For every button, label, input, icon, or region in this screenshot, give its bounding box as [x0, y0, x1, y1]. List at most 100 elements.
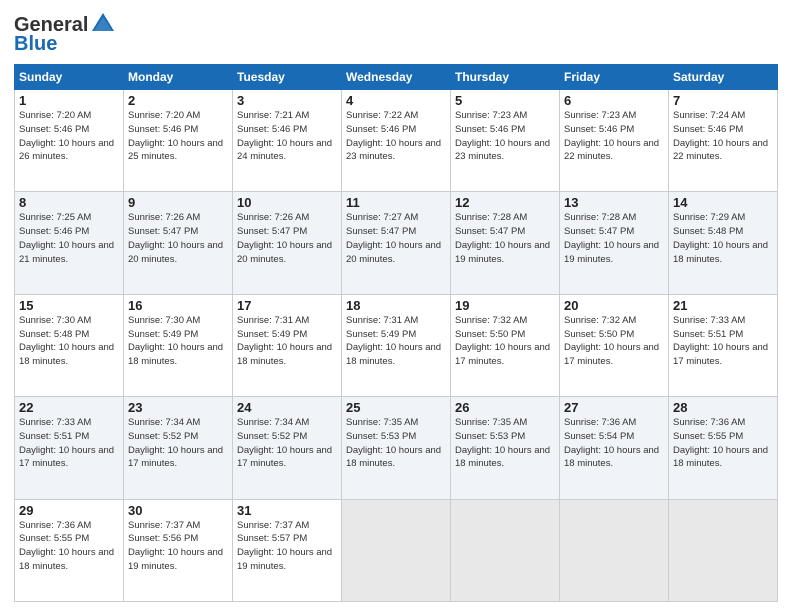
day-cell: 24Sunrise: 7:34 AMSunset: 5:52 PMDayligh… [233, 397, 342, 499]
page-container: General Blue SundayMondayTuesdayWednesda… [0, 0, 792, 612]
day-cell: 12Sunrise: 7:28 AMSunset: 5:47 PMDayligh… [451, 192, 560, 294]
day-number: 20 [564, 298, 664, 313]
day-number: 14 [673, 195, 773, 210]
day-info: Sunrise: 7:36 AMSunset: 5:55 PMDaylight:… [19, 519, 119, 574]
day-info: Sunrise: 7:21 AMSunset: 5:46 PMDaylight:… [237, 109, 337, 164]
week-row-5: 29Sunrise: 7:36 AMSunset: 5:55 PMDayligh… [15, 499, 778, 601]
day-info: Sunrise: 7:22 AMSunset: 5:46 PMDaylight:… [346, 109, 446, 164]
day-cell: 17Sunrise: 7:31 AMSunset: 5:49 PMDayligh… [233, 294, 342, 396]
day-number: 11 [346, 195, 446, 210]
day-number: 28 [673, 400, 773, 415]
logo-icon [90, 11, 116, 37]
day-info: Sunrise: 7:23 AMSunset: 5:46 PMDaylight:… [564, 109, 664, 164]
day-cell: 14Sunrise: 7:29 AMSunset: 5:48 PMDayligh… [669, 192, 778, 294]
day-cell: 13Sunrise: 7:28 AMSunset: 5:47 PMDayligh… [560, 192, 669, 294]
day-cell: 15Sunrise: 7:30 AMSunset: 5:48 PMDayligh… [15, 294, 124, 396]
day-cell: 23Sunrise: 7:34 AMSunset: 5:52 PMDayligh… [124, 397, 233, 499]
day-number: 26 [455, 400, 555, 415]
weekday-header-row: SundayMondayTuesdayWednesdayThursdayFrid… [15, 65, 778, 90]
day-info: Sunrise: 7:33 AMSunset: 5:51 PMDaylight:… [19, 416, 119, 471]
day-number: 31 [237, 503, 337, 518]
day-info: Sunrise: 7:28 AMSunset: 5:47 PMDaylight:… [564, 211, 664, 266]
day-info: Sunrise: 7:35 AMSunset: 5:53 PMDaylight:… [346, 416, 446, 471]
day-number: 2 [128, 93, 228, 108]
day-cell [669, 499, 778, 601]
day-info: Sunrise: 7:30 AMSunset: 5:48 PMDaylight:… [19, 314, 119, 369]
calendar-table: SundayMondayTuesdayWednesdayThursdayFrid… [14, 64, 778, 602]
day-cell [560, 499, 669, 601]
day-number: 29 [19, 503, 119, 518]
day-number: 25 [346, 400, 446, 415]
day-info: Sunrise: 7:20 AMSunset: 5:46 PMDaylight:… [128, 109, 228, 164]
week-row-1: 1Sunrise: 7:20 AMSunset: 5:46 PMDaylight… [15, 90, 778, 192]
day-info: Sunrise: 7:33 AMSunset: 5:51 PMDaylight:… [673, 314, 773, 369]
day-cell: 7Sunrise: 7:24 AMSunset: 5:46 PMDaylight… [669, 90, 778, 192]
day-cell: 16Sunrise: 7:30 AMSunset: 5:49 PMDayligh… [124, 294, 233, 396]
day-info: Sunrise: 7:20 AMSunset: 5:46 PMDaylight:… [19, 109, 119, 164]
day-info: Sunrise: 7:31 AMSunset: 5:49 PMDaylight:… [237, 314, 337, 369]
day-number: 12 [455, 195, 555, 210]
day-number: 1 [19, 93, 119, 108]
day-info: Sunrise: 7:36 AMSunset: 5:55 PMDaylight:… [673, 416, 773, 471]
day-info: Sunrise: 7:26 AMSunset: 5:47 PMDaylight:… [237, 211, 337, 266]
day-cell: 18Sunrise: 7:31 AMSunset: 5:49 PMDayligh… [342, 294, 451, 396]
day-number: 27 [564, 400, 664, 415]
day-cell [342, 499, 451, 601]
day-cell: 3Sunrise: 7:21 AMSunset: 5:46 PMDaylight… [233, 90, 342, 192]
logo: General Blue [14, 14, 116, 56]
day-cell: 21Sunrise: 7:33 AMSunset: 5:51 PMDayligh… [669, 294, 778, 396]
day-cell: 2Sunrise: 7:20 AMSunset: 5:46 PMDaylight… [124, 90, 233, 192]
day-info: Sunrise: 7:32 AMSunset: 5:50 PMDaylight:… [564, 314, 664, 369]
day-number: 9 [128, 195, 228, 210]
day-number: 24 [237, 400, 337, 415]
day-cell: 31Sunrise: 7:37 AMSunset: 5:57 PMDayligh… [233, 499, 342, 601]
day-number: 16 [128, 298, 228, 313]
header: General Blue [14, 10, 778, 56]
day-info: Sunrise: 7:29 AMSunset: 5:48 PMDaylight:… [673, 211, 773, 266]
day-cell: 9Sunrise: 7:26 AMSunset: 5:47 PMDaylight… [124, 192, 233, 294]
day-info: Sunrise: 7:26 AMSunset: 5:47 PMDaylight:… [128, 211, 228, 266]
day-number: 3 [237, 93, 337, 108]
day-number: 6 [564, 93, 664, 108]
day-number: 13 [564, 195, 664, 210]
day-info: Sunrise: 7:23 AMSunset: 5:46 PMDaylight:… [455, 109, 555, 164]
day-cell: 5Sunrise: 7:23 AMSunset: 5:46 PMDaylight… [451, 90, 560, 192]
day-number: 23 [128, 400, 228, 415]
day-cell: 29Sunrise: 7:36 AMSunset: 5:55 PMDayligh… [15, 499, 124, 601]
day-cell: 4Sunrise: 7:22 AMSunset: 5:46 PMDaylight… [342, 90, 451, 192]
weekday-friday: Friday [560, 65, 669, 90]
day-info: Sunrise: 7:25 AMSunset: 5:46 PMDaylight:… [19, 211, 119, 266]
day-info: Sunrise: 7:32 AMSunset: 5:50 PMDaylight:… [455, 314, 555, 369]
day-number: 18 [346, 298, 446, 313]
day-number: 4 [346, 93, 446, 108]
day-number: 30 [128, 503, 228, 518]
week-row-4: 22Sunrise: 7:33 AMSunset: 5:51 PMDayligh… [15, 397, 778, 499]
day-cell: 19Sunrise: 7:32 AMSunset: 5:50 PMDayligh… [451, 294, 560, 396]
week-row-3: 15Sunrise: 7:30 AMSunset: 5:48 PMDayligh… [15, 294, 778, 396]
day-number: 7 [673, 93, 773, 108]
day-info: Sunrise: 7:37 AMSunset: 5:56 PMDaylight:… [128, 519, 228, 574]
day-info: Sunrise: 7:36 AMSunset: 5:54 PMDaylight:… [564, 416, 664, 471]
day-cell: 1Sunrise: 7:20 AMSunset: 5:46 PMDaylight… [15, 90, 124, 192]
day-info: Sunrise: 7:24 AMSunset: 5:46 PMDaylight:… [673, 109, 773, 164]
week-row-2: 8Sunrise: 7:25 AMSunset: 5:46 PMDaylight… [15, 192, 778, 294]
day-number: 17 [237, 298, 337, 313]
day-cell: 25Sunrise: 7:35 AMSunset: 5:53 PMDayligh… [342, 397, 451, 499]
day-number: 10 [237, 195, 337, 210]
weekday-saturday: Saturday [669, 65, 778, 90]
day-info: Sunrise: 7:34 AMSunset: 5:52 PMDaylight:… [128, 416, 228, 471]
day-cell: 10Sunrise: 7:26 AMSunset: 5:47 PMDayligh… [233, 192, 342, 294]
day-info: Sunrise: 7:35 AMSunset: 5:53 PMDaylight:… [455, 416, 555, 471]
day-cell: 27Sunrise: 7:36 AMSunset: 5:54 PMDayligh… [560, 397, 669, 499]
day-cell: 20Sunrise: 7:32 AMSunset: 5:50 PMDayligh… [560, 294, 669, 396]
day-info: Sunrise: 7:37 AMSunset: 5:57 PMDaylight:… [237, 519, 337, 574]
calendar-body: 1Sunrise: 7:20 AMSunset: 5:46 PMDaylight… [15, 90, 778, 602]
weekday-sunday: Sunday [15, 65, 124, 90]
weekday-monday: Monday [124, 65, 233, 90]
day-info: Sunrise: 7:30 AMSunset: 5:49 PMDaylight:… [128, 314, 228, 369]
day-info: Sunrise: 7:27 AMSunset: 5:47 PMDaylight:… [346, 211, 446, 266]
day-number: 22 [19, 400, 119, 415]
day-number: 15 [19, 298, 119, 313]
weekday-thursday: Thursday [451, 65, 560, 90]
day-info: Sunrise: 7:28 AMSunset: 5:47 PMDaylight:… [455, 211, 555, 266]
